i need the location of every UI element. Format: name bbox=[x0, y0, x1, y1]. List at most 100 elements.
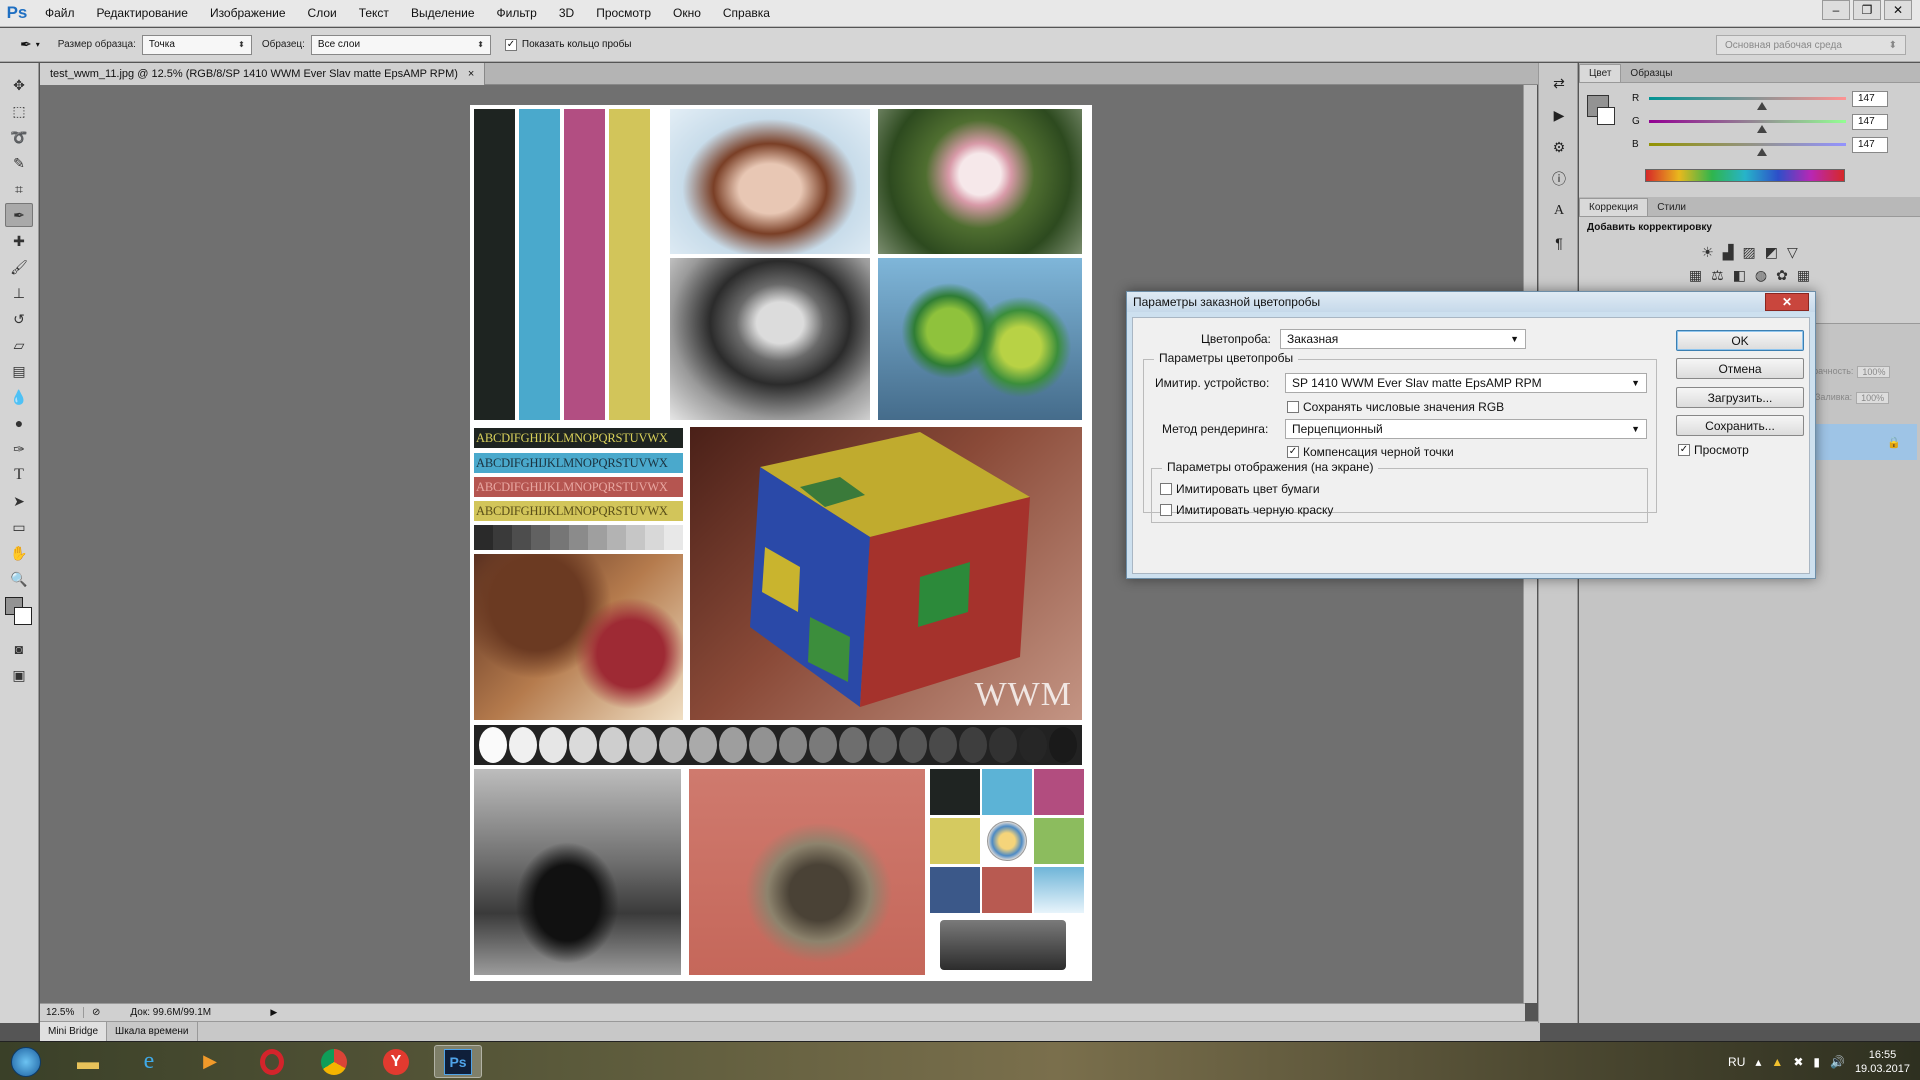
red-value[interactable]: 147 bbox=[1852, 90, 1888, 107]
menu-edit[interactable]: Редактирование bbox=[86, 0, 199, 27]
taskbar-photoshop[interactable]: Ps bbox=[434, 1045, 482, 1078]
brightness-icon[interactable]: ☀ bbox=[1701, 244, 1714, 261]
tab-color[interactable]: Цвет bbox=[1579, 64, 1622, 82]
sample-layers-select[interactable]: Все слои ⬍ bbox=[310, 34, 491, 55]
menu-help[interactable]: Справка bbox=[712, 0, 781, 27]
channel-mixer-icon[interactable]: ✿ bbox=[1776, 267, 1788, 284]
clock[interactable]: 16:55 19.03.2017 bbox=[1855, 1048, 1910, 1076]
network-icon[interactable]: ▮ bbox=[1813, 1055, 1820, 1069]
menu-file[interactable]: Файл bbox=[34, 0, 86, 27]
dialog-close-button[interactable]: ✕ bbox=[1765, 293, 1809, 311]
paragraph-panel-icon[interactable]: ¶ bbox=[1546, 231, 1572, 255]
slider-blue[interactable]: B 147 bbox=[1579, 133, 1920, 156]
path-select-tool-icon[interactable]: ➤ bbox=[5, 489, 33, 513]
screen-mode-icon[interactable]: ▣ bbox=[5, 663, 33, 687]
pen-tool-icon[interactable]: ✑ bbox=[5, 437, 33, 461]
sim-paper-checkbox[interactable] bbox=[1160, 483, 1172, 495]
slider-green[interactable]: G 147 bbox=[1579, 110, 1920, 133]
document-tab[interactable]: test_wwm_11.jpg @ 12.5% (RGB/8/SP 1410 W… bbox=[40, 63, 486, 85]
info-panel-icon[interactable]: ⓘ bbox=[1546, 167, 1572, 191]
color-lookup-icon[interactable]: ▦ bbox=[1797, 267, 1810, 284]
tab-adjustments[interactable]: Коррекция bbox=[1579, 198, 1649, 216]
taskbar-ie[interactable]: e bbox=[125, 1045, 173, 1078]
eyedropper-tool-icon[interactable]: ✒ bbox=[5, 203, 33, 227]
menu-view[interactable]: Просмотр bbox=[585, 0, 662, 27]
load-button[interactable]: Загрузить... bbox=[1676, 387, 1804, 408]
green-value[interactable]: 147 bbox=[1852, 113, 1888, 130]
chevron-down-icon[interactable]: ▾ bbox=[36, 40, 40, 49]
color-balance-icon[interactable]: ⚖ bbox=[1711, 267, 1724, 284]
blue-track[interactable] bbox=[1649, 143, 1846, 156]
preserve-rgb-row[interactable]: Сохранять числовые значения RGB bbox=[1287, 400, 1504, 414]
cancel-button[interactable]: Отмена bbox=[1676, 358, 1804, 379]
taskbar-media[interactable]: ▶ bbox=[186, 1045, 234, 1078]
menu-3d[interactable]: 3D bbox=[548, 0, 585, 27]
color-spectrum[interactable] bbox=[1645, 169, 1845, 182]
vibrance-icon[interactable]: ▽ bbox=[1787, 244, 1798, 261]
menu-type[interactable]: Текст bbox=[348, 0, 400, 27]
eraser-tool-icon[interactable]: ▱ bbox=[5, 333, 33, 357]
curves-icon[interactable]: ▨ bbox=[1743, 244, 1756, 261]
move-tool-icon[interactable]: ✥ bbox=[5, 73, 33, 97]
layer-row-background[interactable]: 🔒 bbox=[1809, 424, 1917, 460]
exposure-icon[interactable]: ◩ bbox=[1765, 244, 1778, 261]
tab-swatches[interactable]: Образцы bbox=[1621, 65, 1681, 82]
minimize-button[interactable]: – bbox=[1822, 0, 1850, 20]
render-select[interactable]: Перцепционный ▼ bbox=[1285, 419, 1647, 439]
start-button[interactable] bbox=[4, 1045, 48, 1078]
menu-layers[interactable]: Слои bbox=[297, 0, 348, 27]
history-brush-tool-icon[interactable]: ↺ bbox=[5, 307, 33, 331]
save-button[interactable]: Сохранить... bbox=[1676, 415, 1804, 436]
workspace-select[interactable]: Основная рабочая среда ⬍ bbox=[1716, 35, 1906, 55]
security-icon[interactable]: ✖ bbox=[1793, 1055, 1803, 1069]
menu-image[interactable]: Изображение bbox=[199, 0, 297, 27]
levels-icon[interactable]: ▟ bbox=[1723, 244, 1734, 261]
doc-info-icon[interactable]: ⊘ bbox=[92, 1007, 100, 1018]
ok-button[interactable]: OK bbox=[1676, 330, 1804, 351]
gradient-tool-icon[interactable]: ▤ bbox=[5, 359, 33, 383]
brush-presets-icon[interactable]: ⚙ bbox=[1546, 135, 1572, 159]
healing-tool-icon[interactable]: ✚ bbox=[5, 229, 33, 253]
document-canvas[interactable]: ABCDIFGHIJKLMNOPQRSTUVWX ABCDIFGHIJKLMNO… bbox=[470, 105, 1092, 981]
black-white-icon[interactable]: ◧ bbox=[1733, 267, 1746, 284]
history-panel-icon[interactable]: ⇄ bbox=[1546, 71, 1572, 95]
taskbar-opera[interactable] bbox=[248, 1045, 296, 1078]
opacity-value[interactable]: 100% bbox=[1857, 366, 1891, 378]
hand-tool-icon[interactable]: ✋ bbox=[5, 541, 33, 565]
taskbar-yandex[interactable]: Y bbox=[372, 1045, 420, 1078]
taskbar-chrome[interactable] bbox=[310, 1045, 358, 1078]
lasso-tool-icon[interactable]: ➰ bbox=[5, 125, 33, 149]
quick-select-tool-icon[interactable]: ✎ bbox=[5, 151, 33, 175]
volume-icon[interactable]: 🔊 bbox=[1830, 1055, 1845, 1069]
dodge-tool-icon[interactable]: ● bbox=[5, 411, 33, 435]
preview-row[interactable]: ✓ Просмотр bbox=[1678, 443, 1749, 457]
crop-tool-icon[interactable]: ⌗ bbox=[5, 177, 33, 201]
proof-select[interactable]: Заказная ▼ bbox=[1280, 329, 1526, 349]
hue-saturation-icon[interactable]: ▦ bbox=[1689, 267, 1702, 284]
status-arrow-icon[interactable]: ▶ bbox=[270, 1007, 277, 1018]
eyedropper-icon[interactable]: ✒ bbox=[20, 36, 32, 53]
tab-styles[interactable]: Стили bbox=[1648, 199, 1695, 216]
sim-ink-checkbox[interactable] bbox=[1160, 504, 1172, 516]
stamp-tool-icon[interactable]: ⊥ bbox=[5, 281, 33, 305]
bpc-checkbox[interactable]: ✓ bbox=[1287, 446, 1299, 458]
tab-mini-bridge[interactable]: Mini Bridge bbox=[40, 1021, 108, 1042]
preserve-rgb-checkbox[interactable] bbox=[1287, 401, 1299, 413]
brush-tool-icon[interactable]: 🖌 bbox=[5, 255, 33, 279]
menu-select[interactable]: Выделение bbox=[400, 0, 486, 27]
restore-button[interactable]: ❐ bbox=[1853, 0, 1881, 20]
quick-mask-icon[interactable]: ◙ bbox=[5, 637, 33, 661]
close-window-button[interactable]: ✕ bbox=[1884, 0, 1912, 20]
fill-value[interactable]: 100% bbox=[1856, 392, 1890, 404]
zoom-level[interactable]: 12.5% bbox=[40, 1007, 84, 1018]
slider-red[interactable]: R 147 bbox=[1579, 87, 1920, 110]
slider-thumb[interactable] bbox=[1757, 148, 1768, 156]
character-panel-icon[interactable]: A bbox=[1546, 199, 1572, 223]
actions-panel-icon[interactable]: ▶ bbox=[1546, 103, 1572, 127]
slider-thumb[interactable] bbox=[1757, 125, 1768, 133]
color-swatches[interactable] bbox=[5, 597, 35, 631]
photo-filter-icon[interactable]: ◍ bbox=[1755, 267, 1767, 284]
red-track[interactable] bbox=[1649, 97, 1846, 110]
slider-thumb[interactable] bbox=[1757, 102, 1768, 110]
menu-filter[interactable]: Фильтр bbox=[486, 0, 548, 27]
